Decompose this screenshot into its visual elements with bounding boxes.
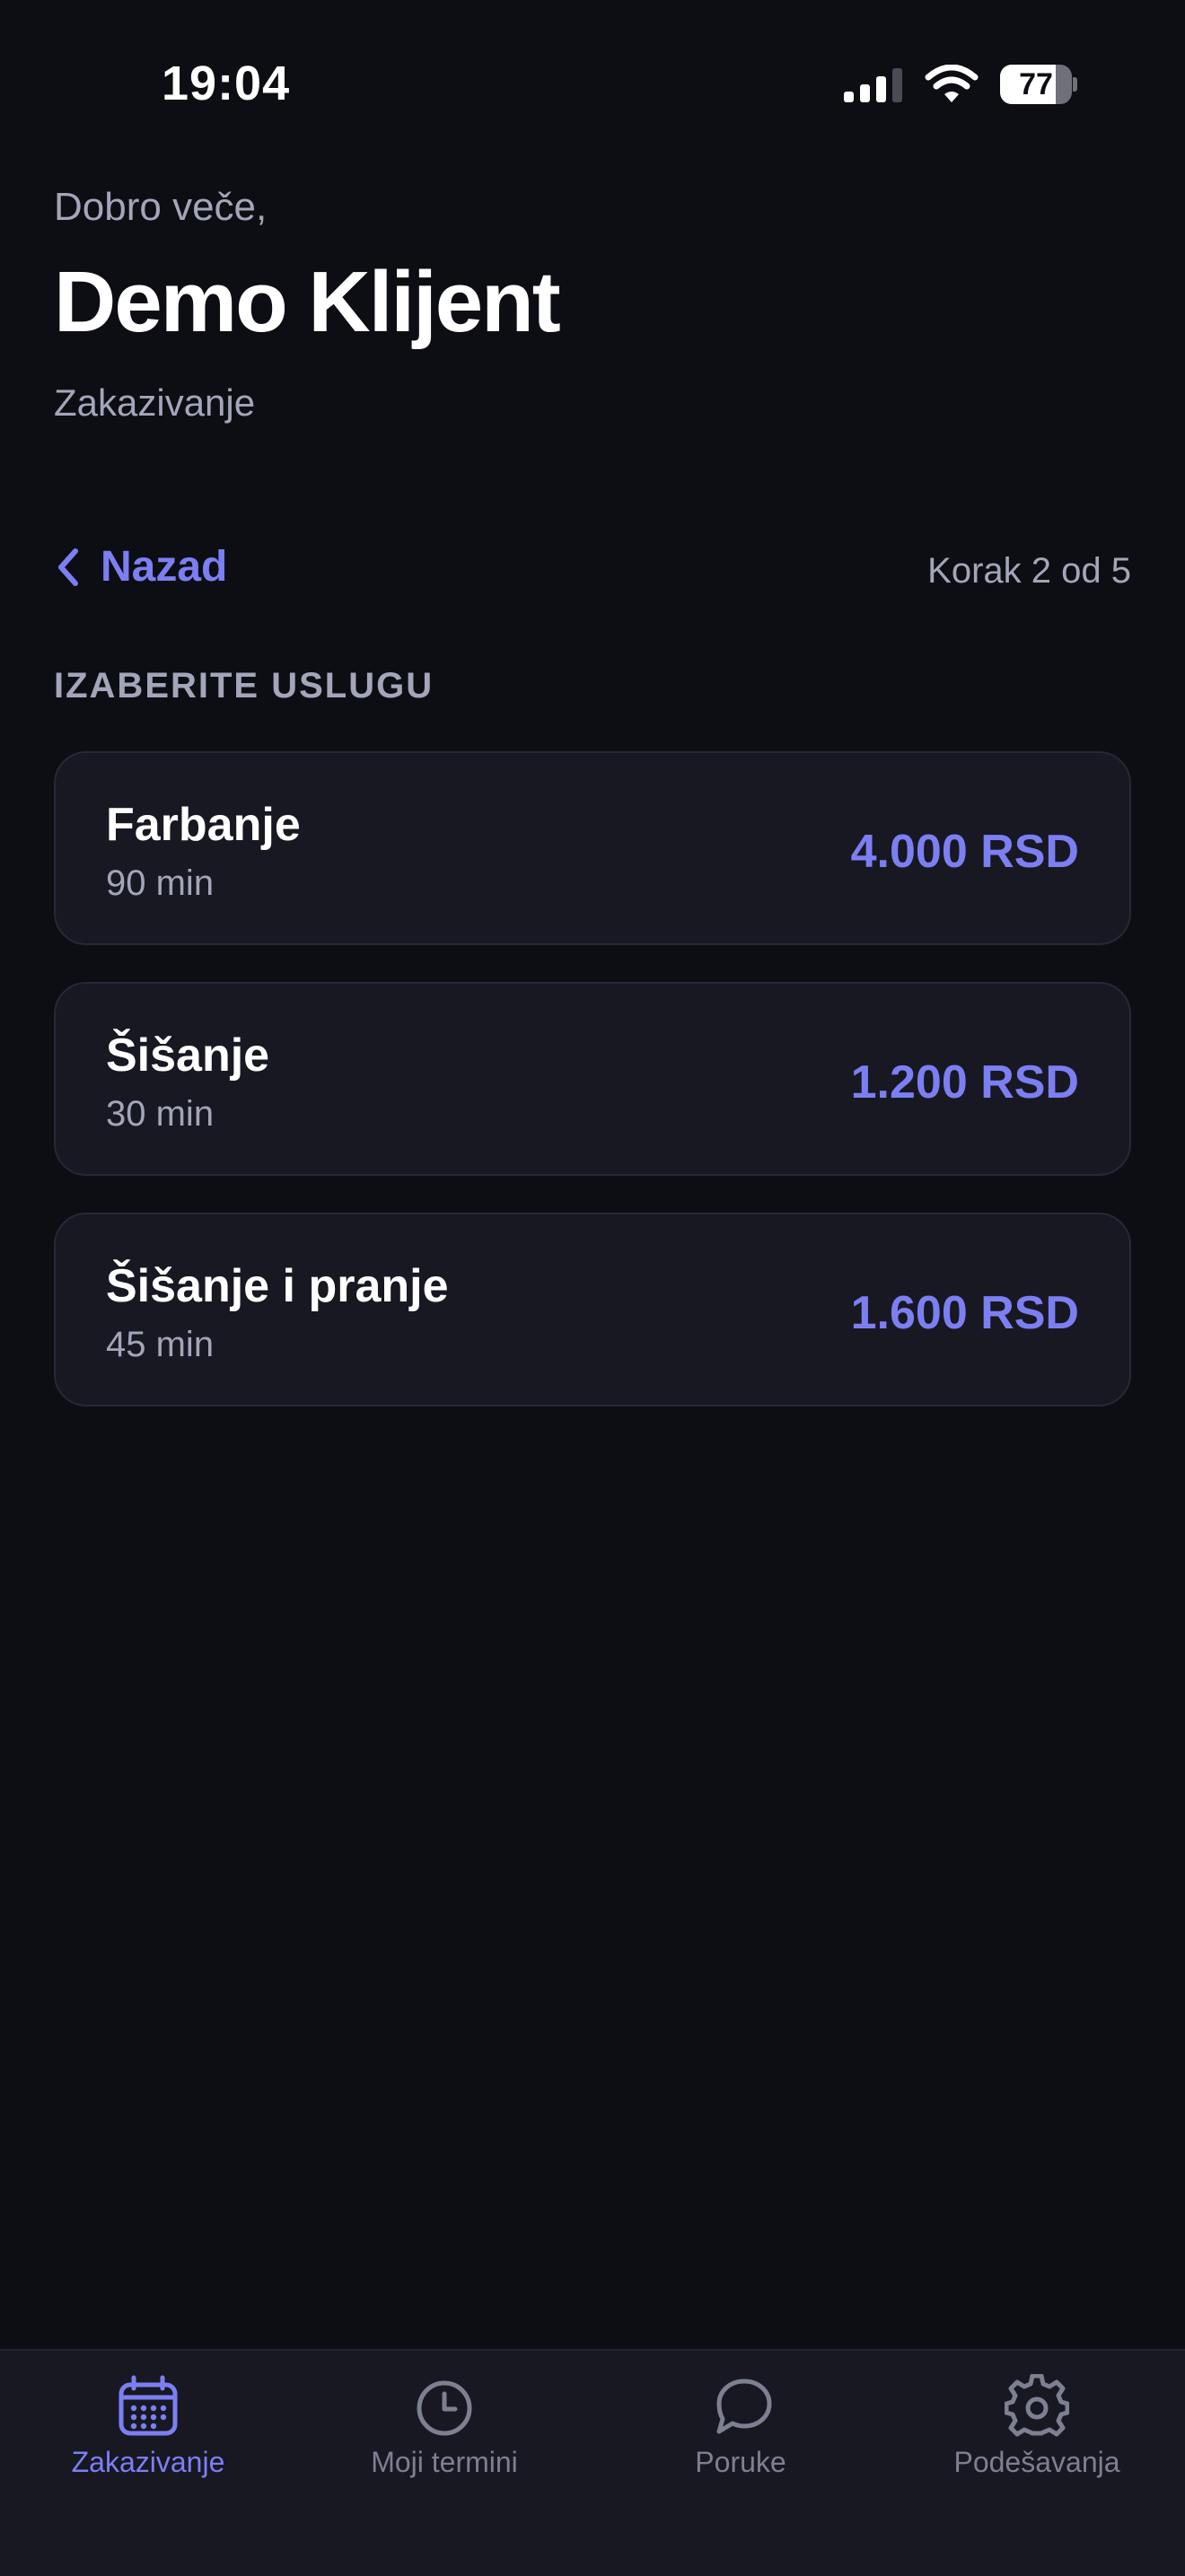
section-title: IZABERITE USLUGU xyxy=(54,666,434,705)
tab-label: Poruke xyxy=(695,2446,786,2478)
service-name: Šišanje i pranje xyxy=(106,1260,449,1312)
bottom-tab-bar: Zakazivanje Moji termini Poruke Podešava… xyxy=(0,2349,1185,2576)
chevron-left-icon xyxy=(58,548,78,586)
tab-zakazivanje[interactable]: Zakazivanje xyxy=(0,2369,296,2503)
status-time: 19:04 xyxy=(162,57,291,110)
cellular-signal-icon xyxy=(844,68,902,102)
status-icons: 77 xyxy=(844,65,1077,104)
user-name-heading: Demo Klijent xyxy=(54,254,561,350)
wifi-icon xyxy=(925,65,979,102)
service-card-farbanje[interactable]: Farbanje 90 min 4.000 RSD xyxy=(54,751,1131,945)
service-card-sisanje-i-pranje[interactable]: Šišanje i pranje 45 min 1.600 RSD xyxy=(54,1213,1131,1406)
service-duration: 30 min xyxy=(106,1094,215,1134)
service-name: Šišanje xyxy=(106,1030,270,1082)
tab-poruke[interactable]: Poruke xyxy=(592,2369,889,2503)
chat-bubble-icon xyxy=(716,2379,772,2434)
back-button-label: Nazad xyxy=(101,543,228,591)
calendar-icon xyxy=(118,2375,178,2436)
service-duration: 90 min xyxy=(106,863,215,903)
page-subtitle: Zakazivanje xyxy=(54,381,256,424)
battery-indicator: 77 xyxy=(1000,65,1077,104)
step-indicator: Korak 2 od 5 xyxy=(927,551,1131,591)
service-name: Farbanje xyxy=(106,799,301,851)
service-price: 1.600 RSD xyxy=(850,1287,1079,1339)
greeting-text: Dobro veče, xyxy=(54,185,268,229)
battery-level-text: 77 xyxy=(1019,67,1053,101)
tab-label: Moji termini xyxy=(371,2446,518,2478)
tab-label: Zakazivanje xyxy=(71,2446,225,2478)
gear-icon xyxy=(1005,2374,1069,2437)
tab-podesavanja[interactable]: Podešavanja xyxy=(889,2369,1185,2503)
clock-icon xyxy=(417,2380,472,2436)
status-bar: 19:04 77 xyxy=(0,0,1185,171)
tab-label: Podešavanja xyxy=(953,2446,1120,2478)
service-duration: 45 min xyxy=(106,1325,215,1364)
tab-moji-termini[interactable]: Moji termini xyxy=(296,2369,592,2503)
back-button[interactable]: Nazad xyxy=(54,542,227,591)
service-list: Farbanje 90 min 4.000 RSD Šišanje 30 min… xyxy=(54,751,1131,1443)
service-price: 4.000 RSD xyxy=(850,826,1079,878)
service-price: 1.200 RSD xyxy=(850,1056,1079,1108)
service-card-sisanje[interactable]: Šišanje 30 min 1.200 RSD xyxy=(54,982,1131,1176)
